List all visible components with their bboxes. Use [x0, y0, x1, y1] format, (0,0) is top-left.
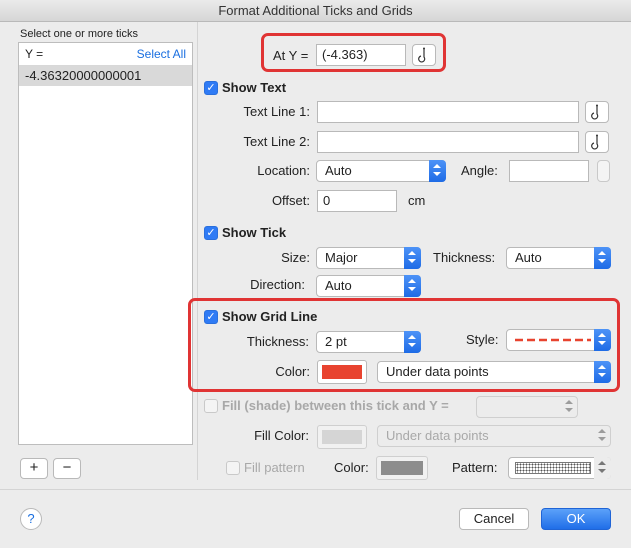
- popup-arrows-icon: [404, 331, 421, 353]
- text-line-2-hook-button[interactable]: [585, 131, 609, 153]
- tick-thickness-label: Thickness:: [433, 250, 496, 265]
- show-text-checkbox[interactable]: ✓: [204, 81, 218, 95]
- show-text-label: Show Text: [222, 80, 287, 95]
- tick-list-header: Y = Select All: [19, 43, 192, 66]
- tick-direction-label: Direction:: [250, 277, 305, 292]
- popup-arrows-icon: [429, 160, 446, 182]
- tick-list-caption: Select one or more ticks: [20, 28, 138, 40]
- fill-color-label: Fill Color:: [254, 428, 309, 443]
- popup-arrows-icon: [561, 396, 578, 418]
- grid-thickness-label: Thickness:: [246, 334, 309, 349]
- popup-arrows-icon: [594, 247, 611, 269]
- fill-y-popup[interactable]: [476, 396, 578, 418]
- grid-layer-popup[interactable]: Under data points: [377, 361, 611, 383]
- select-all-link[interactable]: Select All: [137, 43, 186, 65]
- at-y-label: At Y =: [273, 48, 309, 63]
- offset-label: Offset:: [271, 193, 310, 208]
- grid-color-swatch: [322, 365, 362, 379]
- grid-thickness-value: 2 pt: [325, 334, 347, 349]
- dashed-line-style-icon: [515, 338, 591, 342]
- grid-thickness-popup[interactable]: 2 pt: [316, 331, 421, 353]
- ok-button[interactable]: OK: [541, 508, 611, 530]
- text-line-1-field[interactable]: [317, 101, 579, 123]
- text-line-2-field[interactable]: [317, 131, 579, 153]
- popup-arrows-icon: [594, 425, 611, 447]
- tick-list-item[interactable]: -4.36320000000001: [19, 66, 192, 86]
- tick-thickness-value: Auto: [515, 250, 542, 265]
- cancel-button[interactable]: Cancel: [459, 508, 529, 530]
- at-y-hook-button[interactable]: [412, 44, 436, 66]
- grid-color-label: Color:: [275, 364, 310, 379]
- fill-color-swatch: [322, 430, 362, 444]
- fill-pattern-checkbox[interactable]: [226, 461, 240, 475]
- show-tick-checkbox[interactable]: ✓: [204, 226, 218, 240]
- popup-arrows-icon: [404, 247, 421, 269]
- offset-unit: cm: [408, 193, 426, 208]
- tick-direction-popup[interactable]: Auto: [316, 275, 421, 297]
- tick-list-column-label: Y =: [25, 47, 44, 61]
- tick-size-label: Size:: [281, 250, 310, 265]
- grid-style-label: Style:: [466, 332, 499, 347]
- tick-direction-value: Auto: [325, 278, 352, 293]
- help-button[interactable]: ?: [20, 508, 42, 530]
- tick-size-popup[interactable]: Major: [316, 247, 421, 269]
- fill-label: Fill (shade) between this tick and Y =: [222, 398, 449, 413]
- remove-tick-button[interactable]: −: [53, 458, 81, 479]
- fill-pattern-label: Fill pattern: [244, 460, 305, 475]
- footer-separator: [0, 489, 631, 490]
- show-grid-line-checkbox[interactable]: ✓: [204, 310, 218, 324]
- fill-color-well[interactable]: [317, 425, 367, 449]
- text-line-1-label: Text Line 1:: [243, 104, 311, 119]
- fill-layer-value: Under data points: [386, 428, 489, 443]
- pattern-color-swatch: [381, 461, 423, 475]
- grid-style-popup[interactable]: [506, 329, 611, 351]
- location-popup[interactable]: Auto: [316, 160, 446, 182]
- hook-icon: [591, 134, 599, 150]
- popup-arrows-icon: [594, 329, 611, 351]
- panel-divider: [197, 22, 198, 480]
- hook-icon: [591, 104, 599, 120]
- pattern-popup[interactable]: [508, 457, 611, 479]
- angle-label: Angle:: [461, 163, 498, 178]
- show-grid-line-label: Show Grid Line: [222, 309, 318, 324]
- text-line-1-hook-button[interactable]: [585, 101, 609, 123]
- add-tick-button[interactable]: +: [20, 458, 48, 479]
- popup-arrows-icon: [404, 275, 421, 297]
- location-value: Auto: [325, 163, 352, 178]
- pattern-color-label: Color:: [334, 460, 369, 475]
- at-y-field[interactable]: (-4.363): [316, 44, 406, 66]
- offset-field[interactable]: 0: [317, 190, 397, 212]
- pattern-label: Pattern:: [452, 460, 498, 475]
- popup-arrows-icon: [594, 361, 611, 383]
- popup-arrows-icon: [594, 457, 611, 479]
- fill-layer-popup[interactable]: Under data points: [377, 425, 611, 447]
- tick-size-value: Major: [325, 250, 358, 265]
- dotted-pattern-icon: [515, 462, 591, 474]
- angle-field[interactable]: [509, 160, 589, 182]
- angle-stepper[interactable]: [597, 160, 610, 182]
- fill-checkbox[interactable]: [204, 399, 218, 413]
- text-line-2-label: Text Line 2:: [243, 134, 311, 149]
- grid-color-well[interactable]: [317, 360, 367, 384]
- pattern-color-well[interactable]: [376, 456, 428, 480]
- show-tick-label: Show Tick: [222, 225, 287, 240]
- grid-layer-value: Under data points: [386, 364, 489, 379]
- tick-list[interactable]: Y = Select All -4.36320000000001: [18, 42, 193, 445]
- hook-icon: [418, 47, 426, 63]
- tick-thickness-popup[interactable]: Auto: [506, 247, 611, 269]
- location-label: Location:: [257, 163, 310, 178]
- window-title: Format Additional Ticks and Grids: [0, 0, 631, 22]
